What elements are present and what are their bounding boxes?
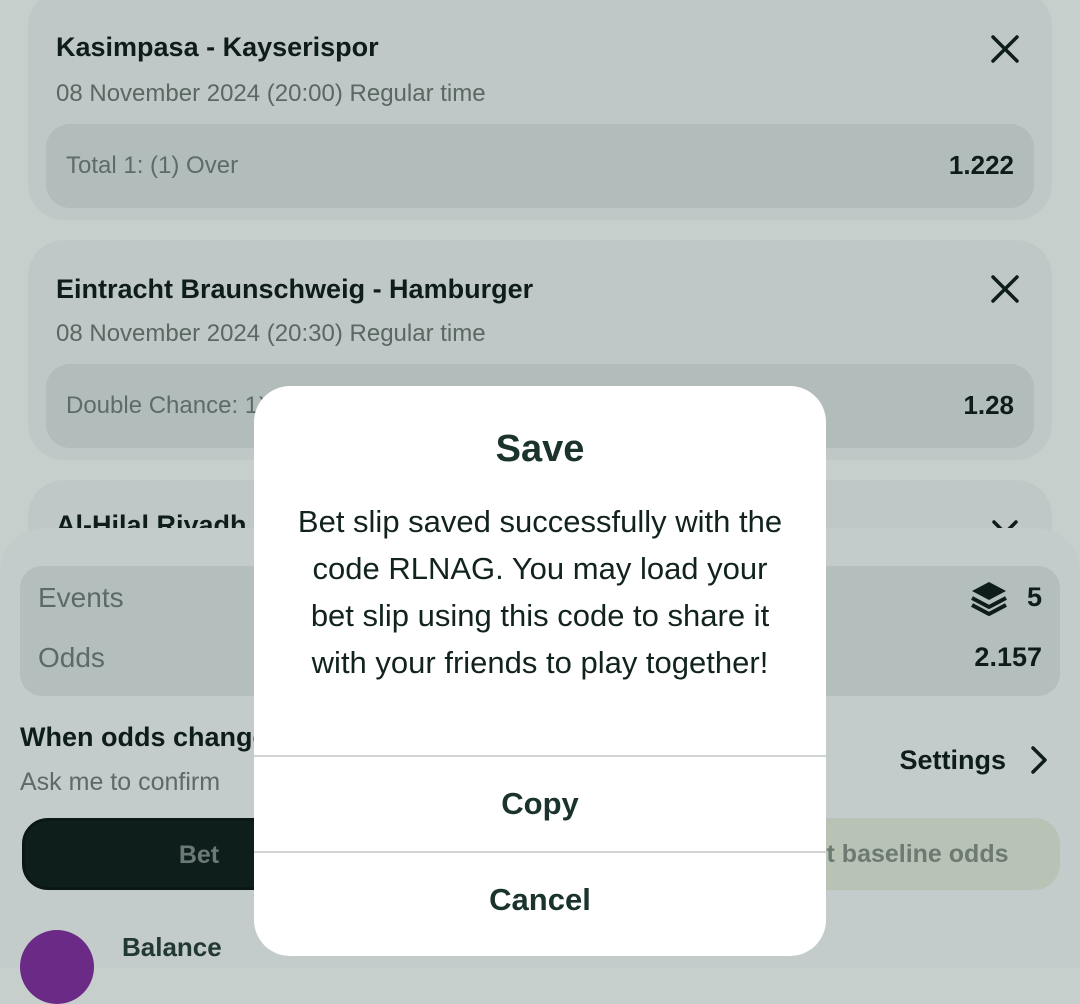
dialog-message: Bet slip saved successfully with the cod… bbox=[297, 504, 783, 680]
save-dialog: Save Bet slip saved successfully with th… bbox=[254, 386, 826, 956]
cancel-button[interactable]: Cancel bbox=[254, 853, 826, 947]
dialog-title: Save bbox=[495, 428, 585, 470]
copy-button[interactable]: Copy bbox=[254, 757, 826, 851]
avatar bbox=[20, 930, 94, 1004]
